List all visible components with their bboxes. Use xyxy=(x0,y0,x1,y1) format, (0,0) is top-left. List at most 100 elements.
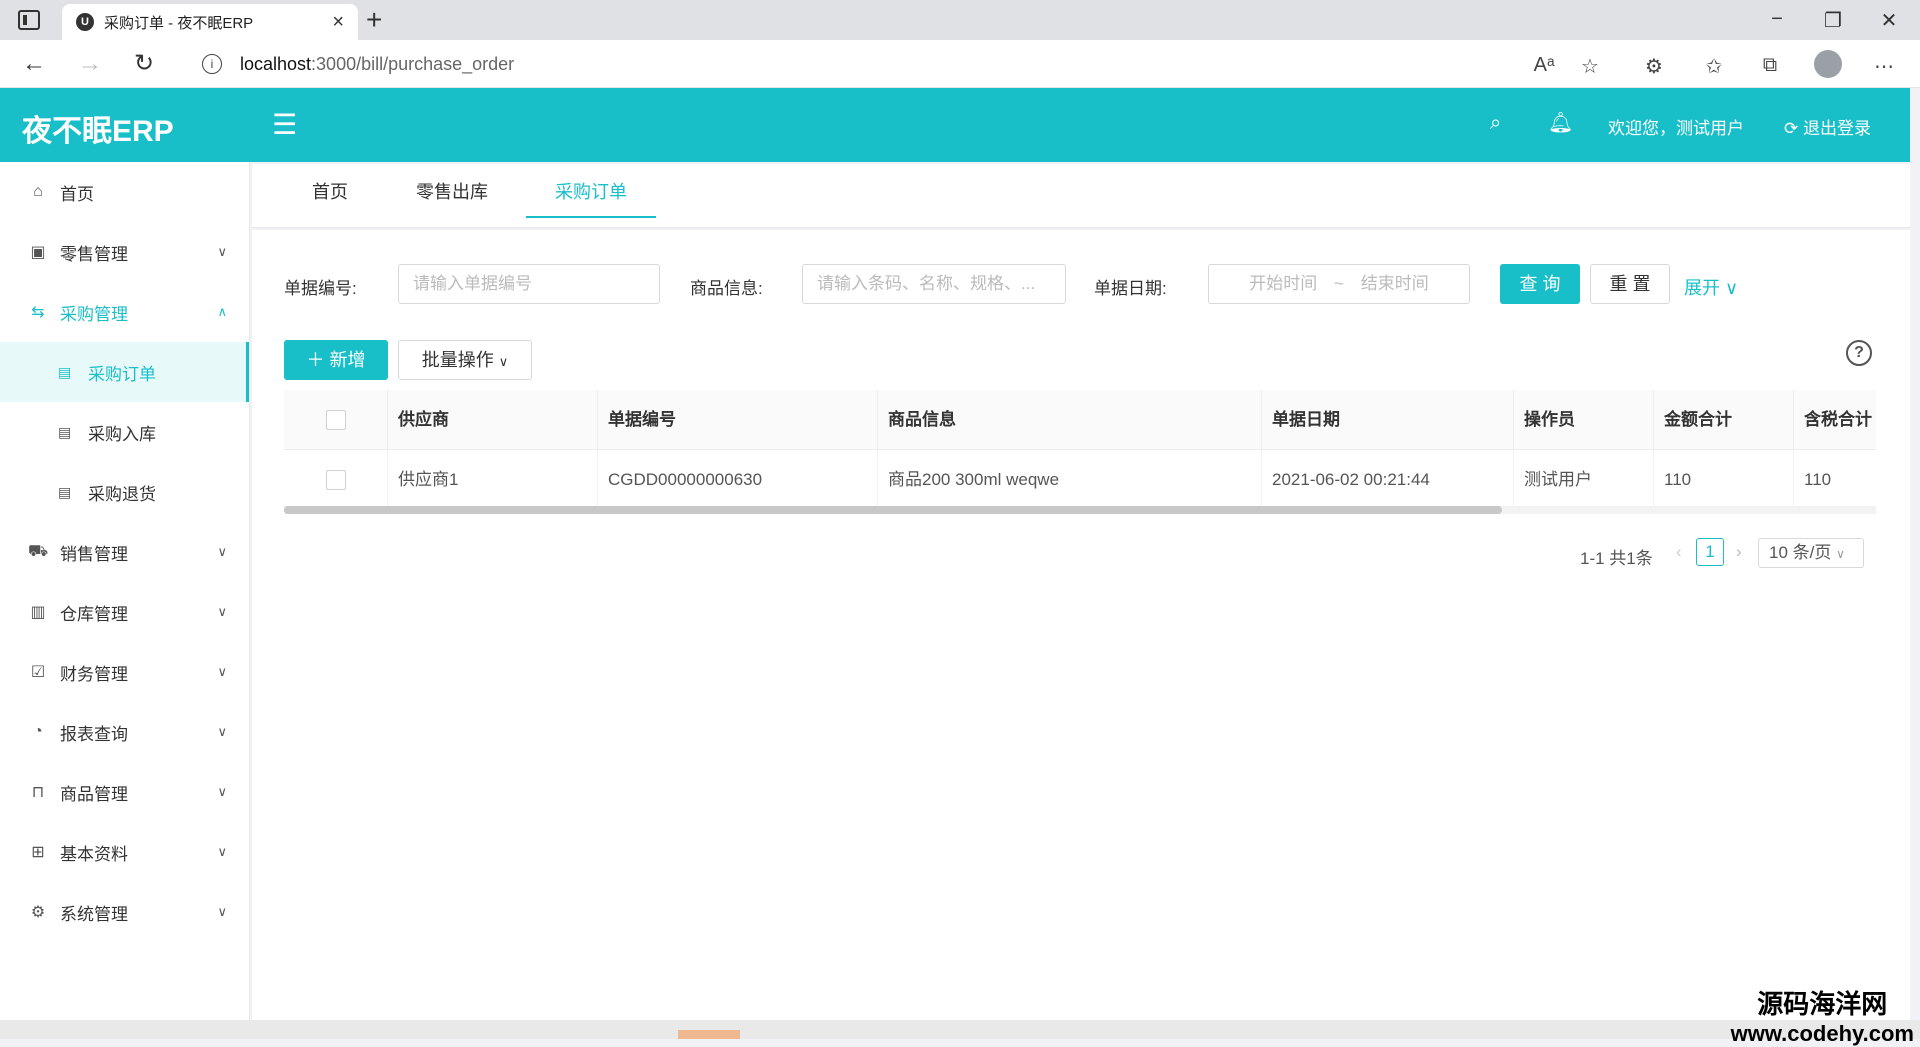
column-header[interactable]: 单据编号 xyxy=(598,389,878,450)
bell-icon[interactable]: 🔔︎ xyxy=(1548,110,1573,135)
goods-input[interactable]: 请输入条码、名称、规格、... xyxy=(802,264,1066,304)
chevron-down-icon: ∨ xyxy=(1725,278,1739,298)
swap-icon: ⇆ xyxy=(31,304,45,321)
restore-icon[interactable]: ❐ xyxy=(1818,8,1848,33)
minimize-icon[interactable]: − xyxy=(1762,8,1792,31)
chevron-down-icon: ∨ xyxy=(1836,547,1845,561)
read-aloud-icon[interactable]: Aᵃ xyxy=(1530,54,1558,77)
cell-amount-tax: 110 xyxy=(1804,469,1832,489)
select-all-checkbox[interactable] xyxy=(325,409,346,430)
row-select-cell xyxy=(284,449,388,510)
goods-label: 商品信息: xyxy=(690,279,763,298)
chevron-down-icon: ∨ xyxy=(217,844,227,859)
site-info-icon[interactable]: i xyxy=(202,54,222,74)
row-checkbox[interactable] xyxy=(325,469,346,490)
chevron-down-icon: ∨ xyxy=(217,244,227,259)
query-button[interactable]: 查 询 xyxy=(1500,264,1580,304)
tab-purchase-order[interactable]: 采购订单 xyxy=(526,164,656,218)
sidebar-subitem-purchase-return[interactable]: ▤ 采购退货 xyxy=(0,462,249,522)
reset-button[interactable]: 重 置 xyxy=(1590,264,1670,304)
forward-icon[interactable]: → xyxy=(74,48,106,80)
sidebar-item-system[interactable]: ⚙ 系统管理 ∨ xyxy=(0,882,249,942)
sidebar-item-finance[interactable]: ☑ 财务管理 ∨ xyxy=(0,642,249,702)
pie-chart-icon: ◔ xyxy=(33,723,43,740)
sidebar-item-reports[interactable]: ◔ 报表查询 ∨ xyxy=(0,702,249,762)
bill-no-input[interactable]: 请输入单据编号 xyxy=(398,264,660,304)
search-icon[interactable]: ⌕ xyxy=(1490,112,1501,135)
scrollbar-thumb[interactable] xyxy=(284,506,1502,514)
close-tab-icon[interactable]: × xyxy=(332,11,344,34)
app-header: 夜不眠ERP ☰ ⌕ 🔔︎ 欢迎您，测试用户 ⟳ 退出登录 xyxy=(0,88,1910,162)
favorites-icon[interactable]: ✩ xyxy=(1700,54,1728,79)
column-header[interactable]: 金额合计 xyxy=(1654,389,1794,450)
reload-icon[interactable]: ↻ xyxy=(128,48,160,80)
sidebar: ⌂ 首页 ▣ 零售管理 ∨ ⇆ 采购管理 ∧ ▤ 采购订单 ▤ 采购入库 ▤ 采… xyxy=(0,162,250,1039)
select-all-cell xyxy=(284,389,388,450)
document-icon: ▤ xyxy=(58,363,72,380)
extensions-icon[interactable]: ⚙ xyxy=(1640,54,1668,79)
favicon-icon: U xyxy=(76,13,94,31)
sidebar-item-basic[interactable]: ⊞ 基本资料 ∨ xyxy=(0,822,249,882)
column-header[interactable]: 供应商 xyxy=(388,389,598,450)
bottom-strip xyxy=(0,1020,1920,1039)
watermark: 源码海洋网 www.codehy.com xyxy=(1730,989,1914,1046)
help-icon[interactable]: ? xyxy=(1846,340,1872,366)
sidebar-item-sales[interactable]: ⛟ 销售管理 ∨ xyxy=(0,522,249,582)
profile-avatar[interactable] xyxy=(1814,50,1842,78)
add-favorite-icon[interactable]: ☆ xyxy=(1576,54,1604,79)
prev-page-icon[interactable]: ‹ xyxy=(1676,542,1682,562)
column-header[interactable]: 商品信息 xyxy=(878,389,1262,450)
sidebar-subitem-purchase-order[interactable]: ▤ 采购订单 xyxy=(0,342,249,402)
close-window-icon[interactable]: ✕ xyxy=(1874,8,1904,33)
page-number[interactable]: 1 xyxy=(1696,538,1724,566)
sidebar-item-warehouse[interactable]: ▥ 仓库管理 ∨ xyxy=(0,582,249,642)
column-header[interactable]: 含税合计 xyxy=(1794,390,1876,450)
back-icon[interactable]: ← xyxy=(18,48,50,80)
sidebar-item-goods[interactable]: ⊓ 商品管理 ∨ xyxy=(0,762,249,822)
shopping-bag-icon: ⊓ xyxy=(31,784,45,801)
next-page-icon[interactable]: › xyxy=(1736,542,1742,562)
main-content: 单据编号: 请输入单据编号 商品信息: 请输入条码、名称、规格、... 单据日期… xyxy=(252,230,1910,1020)
browser-tab[interactable]: U 采购订单 - 夜不眠ERP × xyxy=(62,4,358,40)
date-range-picker[interactable]: 开始时间 ~ 结束时间 xyxy=(1208,264,1470,304)
expand-link[interactable]: 展开 ∨ xyxy=(1684,274,1738,300)
chevron-down-icon: ∨ xyxy=(217,724,227,739)
document-icon: ▤ xyxy=(58,423,72,440)
sidebar-subitem-purchase-in[interactable]: ▤ 采购入库 xyxy=(0,402,249,462)
horizontal-scrollbar[interactable] xyxy=(284,506,1876,514)
table-row[interactable]: 供应商1 CGDD00000000630 商品200 300ml weqwe 2… xyxy=(284,449,1876,510)
cell-amount: 110 xyxy=(1654,449,1794,510)
tab-retail-out[interactable]: 零售出库 xyxy=(400,164,504,228)
chevron-up-icon: ∧ xyxy=(217,304,227,319)
date-label: 单据日期: xyxy=(1094,279,1167,298)
logout-link[interactable]: ⟳ 退出登录 xyxy=(1784,114,1871,139)
batch-operation-dropdown[interactable]: 批量操作 ∨ xyxy=(398,340,532,380)
sidebar-item-home[interactable]: ⌂ 首页 xyxy=(0,162,249,222)
sidebar-item-purchase[interactable]: ⇆ 采购管理 ∧ xyxy=(0,282,249,342)
more-icon[interactable]: ⋯ xyxy=(1870,54,1898,79)
url-field[interactable]: i localhost:3000/bill/purchase_order xyxy=(186,46,1626,82)
bottom-strip-accent xyxy=(678,1030,740,1039)
chevron-down-icon: ∨ xyxy=(498,354,509,369)
add-button[interactable]: ＋ 新增 xyxy=(284,340,388,380)
page-size-select[interactable]: 10 条/页 ∨ xyxy=(1758,538,1864,568)
grid-icon: ⊞ xyxy=(31,844,45,861)
collections-icon[interactable]: ⧉ xyxy=(1756,54,1784,77)
logout-icon: ⟳ xyxy=(1784,119,1799,138)
chevron-down-icon: ∨ xyxy=(217,604,227,619)
welcome-text: 欢迎您，测试用户 xyxy=(1608,119,1744,138)
cell-bill-no: CGDD00000000630 xyxy=(598,449,878,510)
cell-operator: 测试用户 xyxy=(1514,449,1654,510)
tab-home[interactable]: 首页 xyxy=(292,164,368,228)
gear-icon: ⚙ xyxy=(30,904,46,921)
tab-actions-icon[interactable] xyxy=(18,10,40,30)
column-header[interactable]: 单据日期 xyxy=(1262,389,1514,450)
warehouse-icon: ▥ xyxy=(30,604,46,621)
sidebar-item-retail[interactable]: ▣ 零售管理 ∨ xyxy=(0,222,249,282)
new-tab-icon[interactable]: + xyxy=(366,4,382,36)
chevron-down-icon: ∨ xyxy=(217,904,227,919)
cell-supplier: 供应商1 xyxy=(388,449,598,510)
menu-fold-icon[interactable]: ☰ xyxy=(272,108,297,141)
column-header[interactable]: 操作员 xyxy=(1514,389,1654,450)
plus-icon: ＋ xyxy=(306,350,325,370)
